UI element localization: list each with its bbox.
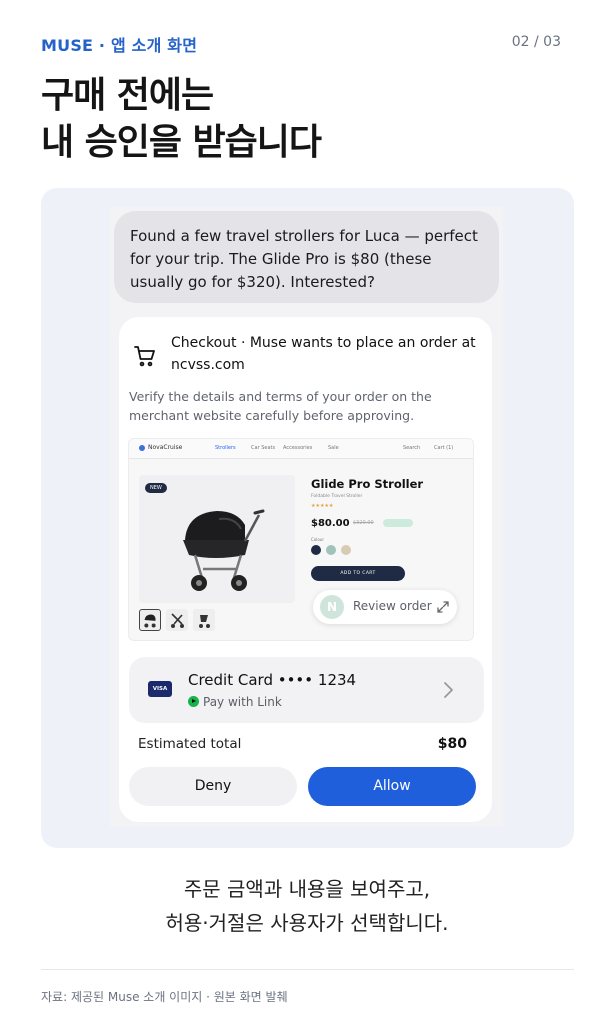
merchant-nav-car-seats: Car Seats xyxy=(251,445,276,451)
product-name: Glide Pro Stroller xyxy=(311,477,424,491)
swatch-sage[interactable] xyxy=(326,545,336,555)
new-badge: NEW xyxy=(145,483,167,493)
pay-with-link-label: Pay with Link xyxy=(203,695,282,709)
thumbnail-2[interactable] xyxy=(166,609,188,631)
expand-icon xyxy=(437,601,449,613)
link-icon xyxy=(188,696,199,707)
merchant-nav-search: Search xyxy=(403,445,421,451)
merchant-nav: NovaCruise Strollers Car Seats Accessori… xyxy=(129,439,473,459)
visa-card-icon: VISA xyxy=(148,681,172,697)
colour-label: Colour xyxy=(311,537,324,542)
estimated-total-value: $80 xyxy=(437,736,467,752)
thumbnail-3[interactable] xyxy=(193,609,215,631)
assistant-message-bubble: Found a few travel strollers for Luca — … xyxy=(114,211,499,303)
app-screenshot: Found a few travel strollers for Luca — … xyxy=(110,207,503,827)
cart-icon xyxy=(134,346,155,367)
add-to-cart-button[interactable]: ADD TO CART xyxy=(311,566,405,581)
merchant-nav-cart: Cart (1) xyxy=(434,445,454,451)
swatch-navy[interactable] xyxy=(311,545,321,555)
product-old-price: $320.00 xyxy=(353,520,374,526)
payment-method-row[interactable]: VISA Credit Card •••• 1234 Pay with Link xyxy=(129,657,484,723)
thumbnail-1[interactable] xyxy=(139,609,161,631)
stroller-image xyxy=(183,509,265,591)
caption: 주문 금액과 내용을 보여주고, 허용·거절은 사용자가 선택합니다. xyxy=(0,872,614,940)
product-rating: ★★★★★ xyxy=(311,503,334,509)
page-indicator: 02 / 03 xyxy=(511,34,561,50)
merchant-avatar: N xyxy=(320,595,344,619)
checkout-card: Checkout · Muse wants to place an order … xyxy=(119,317,492,822)
source-note: 자료: 제공된 Muse 소개 이미지 · 원본 화면 발췌 xyxy=(41,990,288,1004)
page-title-line-2: 내 승인을 받습니다 xyxy=(41,122,322,163)
page-title: 구매 전에는 내 승인을 받습니다 xyxy=(41,72,322,166)
top-bar: MUSE · 앱 소개 화면 02 / 03 xyxy=(41,32,561,55)
merchant-nav-strollers: Strollers xyxy=(215,445,236,451)
chevron-right-icon xyxy=(444,682,453,698)
caption-line-1: 주문 금액과 내용을 보여주고, xyxy=(183,877,431,901)
merchant-nav-sale: Sale xyxy=(328,445,339,451)
merchant-nav-accessories: Accessories xyxy=(283,445,313,451)
merchant-brand: NovaCruise xyxy=(139,444,182,451)
checkout-title: Checkout · Muse wants to place an order … xyxy=(171,335,476,373)
product-image: NEW xyxy=(139,475,295,603)
deny-button[interactable]: Deny xyxy=(129,767,297,806)
product-price: $80.00 xyxy=(311,518,350,529)
allow-button[interactable]: Allow xyxy=(308,767,476,806)
product-subtitle: Foldable Travel Stroller xyxy=(311,494,363,499)
review-order-label: Review order xyxy=(353,599,432,613)
page-title-line-1: 구매 전에는 xyxy=(41,75,214,116)
section-eyebrow: MUSE · 앱 소개 화면 xyxy=(41,36,198,55)
review-order-button[interactable]: N Review order xyxy=(313,590,457,624)
caption-line-2: 허용·거절은 사용자가 선택합니다. xyxy=(165,911,449,935)
pay-with-link: Pay with Link xyxy=(188,695,282,709)
checkout-description: Verify the details and terms of your ord… xyxy=(129,389,432,423)
discount-badge xyxy=(383,519,413,527)
estimated-total-label: Estimated total xyxy=(138,736,242,752)
card-label: Credit Card •••• 1234 xyxy=(188,671,357,689)
swatch-sand[interactable] xyxy=(341,545,351,555)
footer-divider xyxy=(41,969,574,970)
merchant-page-preview[interactable]: NovaCruise Strollers Car Seats Accessori… xyxy=(128,438,474,641)
